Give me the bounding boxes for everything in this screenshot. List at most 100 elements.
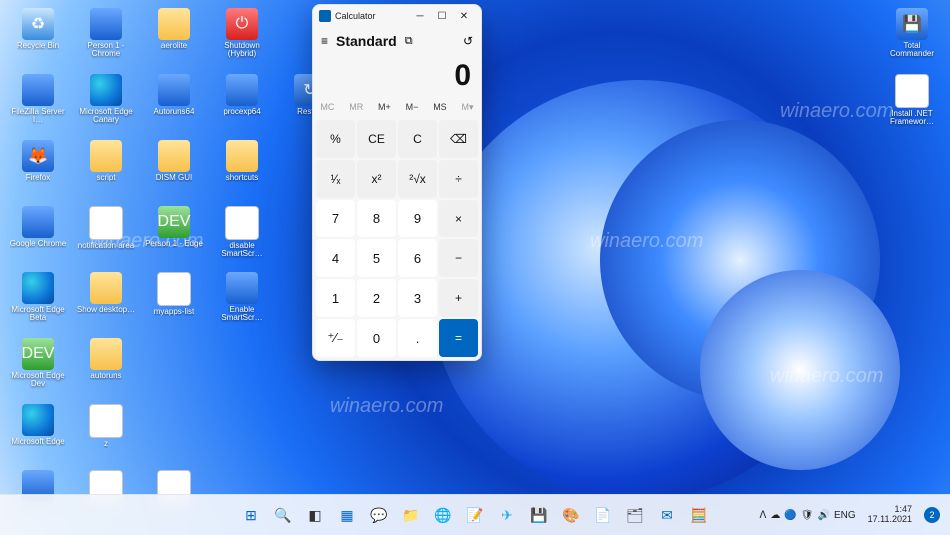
key-2[interactable]: 2: [357, 279, 396, 317]
key-4[interactable]: 4: [316, 239, 355, 277]
minimize-button[interactable]: ─: [409, 5, 431, 27]
desktop-icon-glyph: ≡: [89, 206, 123, 240]
tray-icon[interactable]: ☁: [770, 510, 780, 521]
desktop-icon[interactable]: ≡myapps-list: [142, 270, 206, 334]
system-tray[interactable]: ᐱ ☁ 🔵 🛡🔊 ENG: [755, 510, 859, 521]
desktop-icon[interactable]: script: [74, 138, 138, 202]
tray-icon[interactable]: ᐱ: [759, 510, 766, 521]
desktop-icon-label: FileZilla Server I…: [7, 108, 69, 125]
desktop-icon[interactable]: Microsoft Edge Canary: [74, 72, 138, 136]
desktop-icon-label: Total Commander: [881, 42, 943, 59]
taskbar-pinned1[interactable]: 📄: [589, 501, 617, 529]
desktop-icon[interactable]: DEVMicrosoft Edge Dev: [6, 336, 70, 400]
notification-badge[interactable]: 2: [924, 507, 940, 523]
calculator-window[interactable]: Calculator ─ ☐ ✕ ≡ Standard ⧉ ↺ 0 MCMRM+…: [312, 4, 482, 361]
key-=[interactable]: =: [439, 319, 478, 357]
taskbar-search[interactable]: 🔍: [269, 501, 297, 529]
desktop-icon-label: Microsoft Edge Canary: [75, 108, 137, 125]
desktop-icon[interactable]: DEVPerson 1 - Edge: [142, 204, 206, 268]
memory-m+[interactable]: M+: [378, 102, 391, 112]
history-icon[interactable]: ↺: [463, 34, 473, 48]
desktop-icon[interactable]: ⚙Install .NET Framewor…: [880, 72, 944, 136]
desktop-icon-label: script: [96, 174, 115, 182]
key-²√x[interactable]: ²√x: [398, 160, 437, 198]
desktop-icon[interactable]: DISM GUI: [142, 138, 206, 202]
desktop-icon[interactable]: FileZilla Server I…: [6, 72, 70, 136]
memory-m−[interactable]: M−: [406, 102, 419, 112]
taskbar-explorer[interactable]: 📁: [397, 501, 425, 529]
close-button[interactable]: ✕: [453, 5, 475, 27]
taskbar-totalcmd[interactable]: 💾: [525, 501, 553, 529]
taskbar-telegram[interactable]: ✈: [493, 501, 521, 529]
key-x²[interactable]: x²: [357, 160, 396, 198]
window-title: Calculator: [335, 11, 376, 21]
taskbar-chat[interactable]: 💬: [365, 501, 393, 529]
desktop-icon[interactable]: Person 1 - Chrome: [74, 6, 138, 70]
taskbar-clock[interactable]: 1:47 17.11.2021: [862, 505, 918, 525]
key-7[interactable]: 7: [316, 200, 355, 238]
key-6[interactable]: 6: [398, 239, 437, 277]
maximize-button[interactable]: ☐: [431, 5, 453, 27]
titlebar[interactable]: Calculator ─ ☐ ✕: [313, 5, 481, 27]
key-3[interactable]: 3: [398, 279, 437, 317]
desktop-icon-label: Recycle Bin: [17, 42, 59, 50]
key-⁺⁄₋[interactable]: ⁺⁄₋: [316, 319, 355, 357]
key-¹⁄ₓ[interactable]: ¹⁄ₓ: [316, 160, 355, 198]
hamburger-icon[interactable]: ≡: [321, 34, 328, 48]
tray-icon[interactable]: 🔊: [817, 510, 829, 521]
desktop-icon[interactable]: Google Chrome: [6, 204, 70, 268]
desktop-icon[interactable]: z: [74, 402, 138, 466]
taskbar-mail[interactable]: ✉: [653, 501, 681, 529]
desktop-icon[interactable]: Microsoft Edge Beta: [6, 270, 70, 334]
desktop-icon[interactable]: autoruns: [74, 336, 138, 400]
taskbar-word[interactable]: 📝: [461, 501, 489, 529]
key-.[interactable]: .: [398, 319, 437, 357]
tray-icon[interactable]: 🔵: [784, 510, 796, 521]
keypad: %CEC⌫ ¹⁄ₓx²²√x÷ 789× 456− 123+ ⁺⁄₋0.=: [313, 117, 481, 360]
desktop-icon[interactable]: ♻Recycle Bin: [6, 6, 70, 70]
key-8[interactable]: 8: [357, 200, 396, 238]
taskbar-gimp[interactable]: 🎨: [557, 501, 585, 529]
memory-ms[interactable]: MS: [433, 102, 447, 112]
desktop-icon[interactable]: shortcuts: [210, 138, 274, 202]
key-⌫[interactable]: ⌫: [439, 120, 478, 158]
key-0[interactable]: 0: [357, 319, 396, 357]
desktop-icon[interactable]: ⏻Shutdown (Hybrid): [210, 6, 274, 70]
keep-on-top-icon[interactable]: ⧉: [405, 35, 413, 48]
taskbar-widgets[interactable]: ▦: [333, 501, 361, 529]
desktop[interactable]: winaero.com winaero.com winaero.com wina…: [0, 0, 950, 535]
taskbar-taskview[interactable]: ◧: [301, 501, 329, 529]
desktop-icon[interactable]: ≡notification area: [74, 204, 138, 268]
desktop-icon[interactable]: 💾Total Commander: [880, 6, 944, 70]
taskbar-edge[interactable]: 🌐: [429, 501, 457, 529]
desktop-icon[interactable]: procexp64: [210, 72, 274, 136]
desktop-icon[interactable]: aerolite: [142, 6, 206, 70]
desktop-icon[interactable]: Microsoft Edge: [6, 402, 70, 466]
taskbar-pinned2[interactable]: 🗂: [621, 501, 649, 529]
tray-icon[interactable]: 🛡: [801, 510, 814, 521]
key-×[interactable]: ×: [439, 200, 478, 238]
taskbar-calculator[interactable]: 🧮: [685, 501, 713, 529]
key-÷[interactable]: ÷: [439, 160, 478, 198]
key-5[interactable]: 5: [357, 239, 396, 277]
desktop-icon-label: Autoruns64: [154, 108, 195, 116]
key-1[interactable]: 1: [316, 279, 355, 317]
key-CE[interactable]: CE: [357, 120, 396, 158]
key-−[interactable]: −: [439, 239, 478, 277]
desktop-icon-glyph: ≡: [225, 206, 259, 240]
desktop-icon[interactable]: Enable SmartScr…: [210, 270, 274, 334]
key-C[interactable]: C: [398, 120, 437, 158]
desktop-icon-label: autoruns: [90, 372, 121, 380]
memory-mr: MR: [349, 102, 363, 112]
desktop-icon-label: Show desktop…: [77, 306, 135, 314]
desktop-icon[interactable]: 🦊Firefox: [6, 138, 70, 202]
tray-icon[interactable]: ENG: [834, 510, 856, 521]
taskbar-start[interactable]: ⊞: [237, 501, 265, 529]
desktop-icon[interactable]: ≡disable SmartScr…: [210, 204, 274, 268]
key-+[interactable]: +: [439, 279, 478, 317]
key-%[interactable]: %: [316, 120, 355, 158]
desktop-icon[interactable]: Show desktop…: [74, 270, 138, 334]
desktop-icon-glyph: [90, 272, 122, 304]
key-9[interactable]: 9: [398, 200, 437, 238]
desktop-icon[interactable]: Autoruns64: [142, 72, 206, 136]
